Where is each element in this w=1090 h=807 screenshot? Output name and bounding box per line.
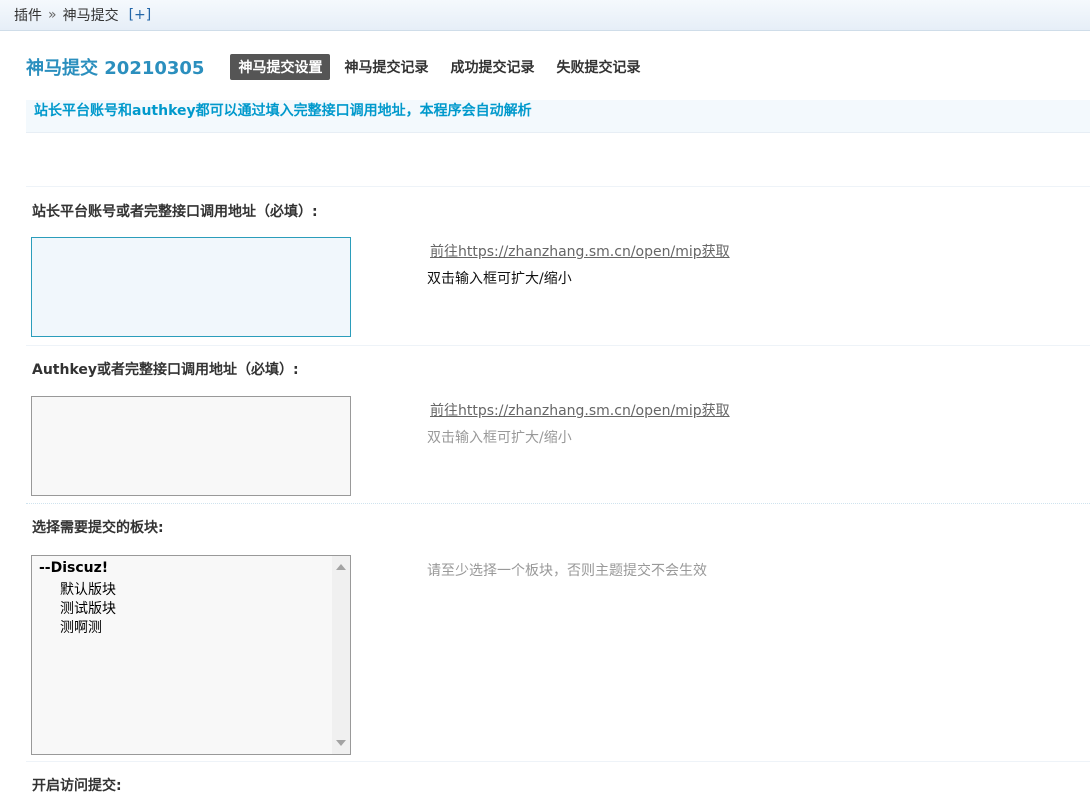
header: 神马提交 20210305 神马提交设置 神马提交记录 成功提交记录 失败提交记…: [26, 54, 654, 80]
divider: [26, 761, 1090, 762]
divider: [26, 503, 1090, 504]
divider: [26, 345, 1090, 346]
authkey-note: 双击输入框可扩大/缩小: [427, 430, 572, 446]
scroll-up-arrow-icon[interactable]: [336, 564, 346, 570]
breadcrumb-separator: »: [48, 7, 57, 23]
authkey-label: Authkey或者完整接口调用地址（必填）:: [32, 362, 299, 378]
tab-success-records[interactable]: 成功提交记录: [442, 54, 542, 80]
visit-submit-label: 开启访问提交:: [32, 778, 122, 794]
forums-label: 选择需要提交的板块:: [32, 520, 164, 536]
breadcrumb-current: 神马提交: [62, 8, 119, 24]
tab-submit-records[interactable]: 神马提交记录: [336, 54, 436, 80]
forums-note: 请至少选择一个板块，否则主题提交不会生效: [427, 563, 707, 579]
tip-banner: 站长平台账号和authkey都可以通过填入完整接口调用地址，本程序会自动解析: [26, 100, 1090, 133]
authkey-input[interactable]: [31, 396, 351, 496]
breadcrumb-plugins[interactable]: 插件: [14, 5, 42, 25]
add-shortcut-link[interactable]: [+]: [129, 7, 152, 23]
forum-group-label: --Discuz!: [39, 560, 109, 576]
forum-option[interactable]: 测试版块: [60, 598, 116, 618]
forums-select[interactable]: --Discuz! 默认版块 测试版块 测啊测: [31, 555, 351, 755]
tab-failed-records[interactable]: 失败提交记录: [548, 54, 648, 80]
forum-option[interactable]: 测啊测: [60, 617, 102, 637]
account-help-link[interactable]: 前往https://zhanzhang.sm.cn/open/mip获取: [430, 241, 730, 261]
account-note: 双击输入框可扩大/缩小: [427, 271, 572, 287]
tip-text: 站长平台账号和authkey都可以通过填入完整接口调用地址，本程序会自动解析: [34, 103, 532, 119]
forum-option[interactable]: 默认版块: [60, 579, 116, 599]
authkey-help-link[interactable]: 前往https://zhanzhang.sm.cn/open/mip获取: [430, 400, 730, 420]
divider: [26, 186, 1090, 187]
breadcrumb: 插件 » 神马提交 [+]: [0, 0, 1090, 31]
plugin-title: 神马提交 20210305: [26, 58, 205, 79]
scroll-down-arrow-icon[interactable]: [336, 740, 346, 746]
forums-scrollbar[interactable]: [332, 556, 350, 754]
account-label: 站长平台账号或者完整接口调用地址（必填）:: [32, 204, 318, 220]
account-input[interactable]: [31, 237, 351, 337]
tab-settings[interactable]: 神马提交设置: [230, 54, 331, 80]
